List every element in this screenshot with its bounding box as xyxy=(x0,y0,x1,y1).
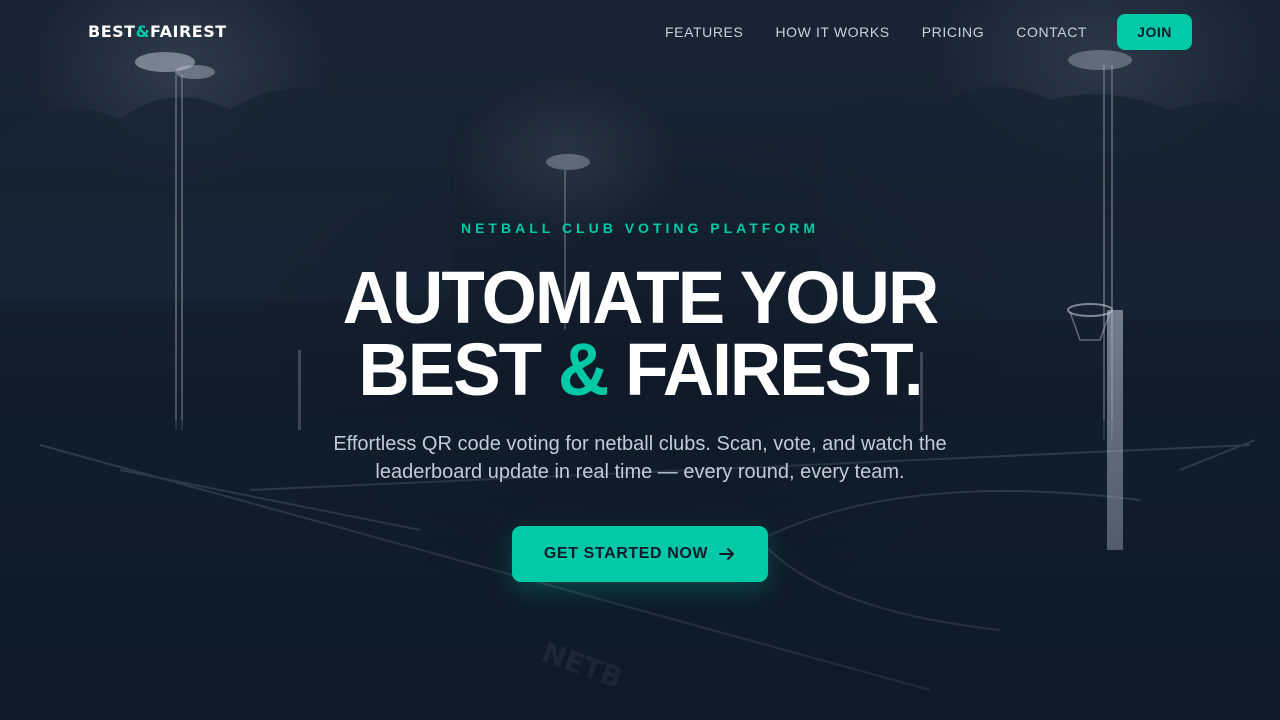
hero-subtitle: Effortless QR code voting for netball cl… xyxy=(333,433,947,483)
hero-eyebrow: NETBALL CLUB VOTING PLATFORM xyxy=(460,220,820,236)
headline-line-2: BEST & FAIREST. xyxy=(26,333,1255,407)
nav-link-contact[interactable]: CONTACT xyxy=(1016,23,1087,41)
logo-text-best: BEST xyxy=(88,22,136,41)
join-button[interactable]: JOIN xyxy=(1117,14,1192,50)
nav-link-pricing[interactable]: PRICING xyxy=(922,23,985,41)
nav-link-features[interactable]: FEATURES xyxy=(665,23,743,41)
arrow-right-icon xyxy=(718,545,736,563)
headline-line-1: AUTOMATE YOUR xyxy=(342,256,940,339)
hero-headline: AUTOMATE YOUR BEST & FAIREST. xyxy=(26,256,1255,407)
logo-ampersand: & xyxy=(135,22,151,41)
top-nav: BEST&FAIREST FEATURES HOW IT WORKS PRICI… xyxy=(0,0,1280,64)
headline-best: BEST xyxy=(358,328,542,411)
get-started-label: GET STARTED NOW xyxy=(543,545,709,562)
brand-logo[interactable]: BEST&FAIREST xyxy=(88,22,227,42)
nav-links: FEATURES HOW IT WORKS PRICING CONTACT xyxy=(665,23,1119,41)
nav-link-how-it-works[interactable]: HOW IT WORKS xyxy=(775,23,889,41)
headline-fairest: FAIREST. xyxy=(625,328,923,411)
logo-text-fairest: FAIREST xyxy=(150,22,227,41)
get-started-button[interactable]: GET STARTED NOW xyxy=(512,526,768,582)
headline-ampersand: & xyxy=(557,328,609,411)
